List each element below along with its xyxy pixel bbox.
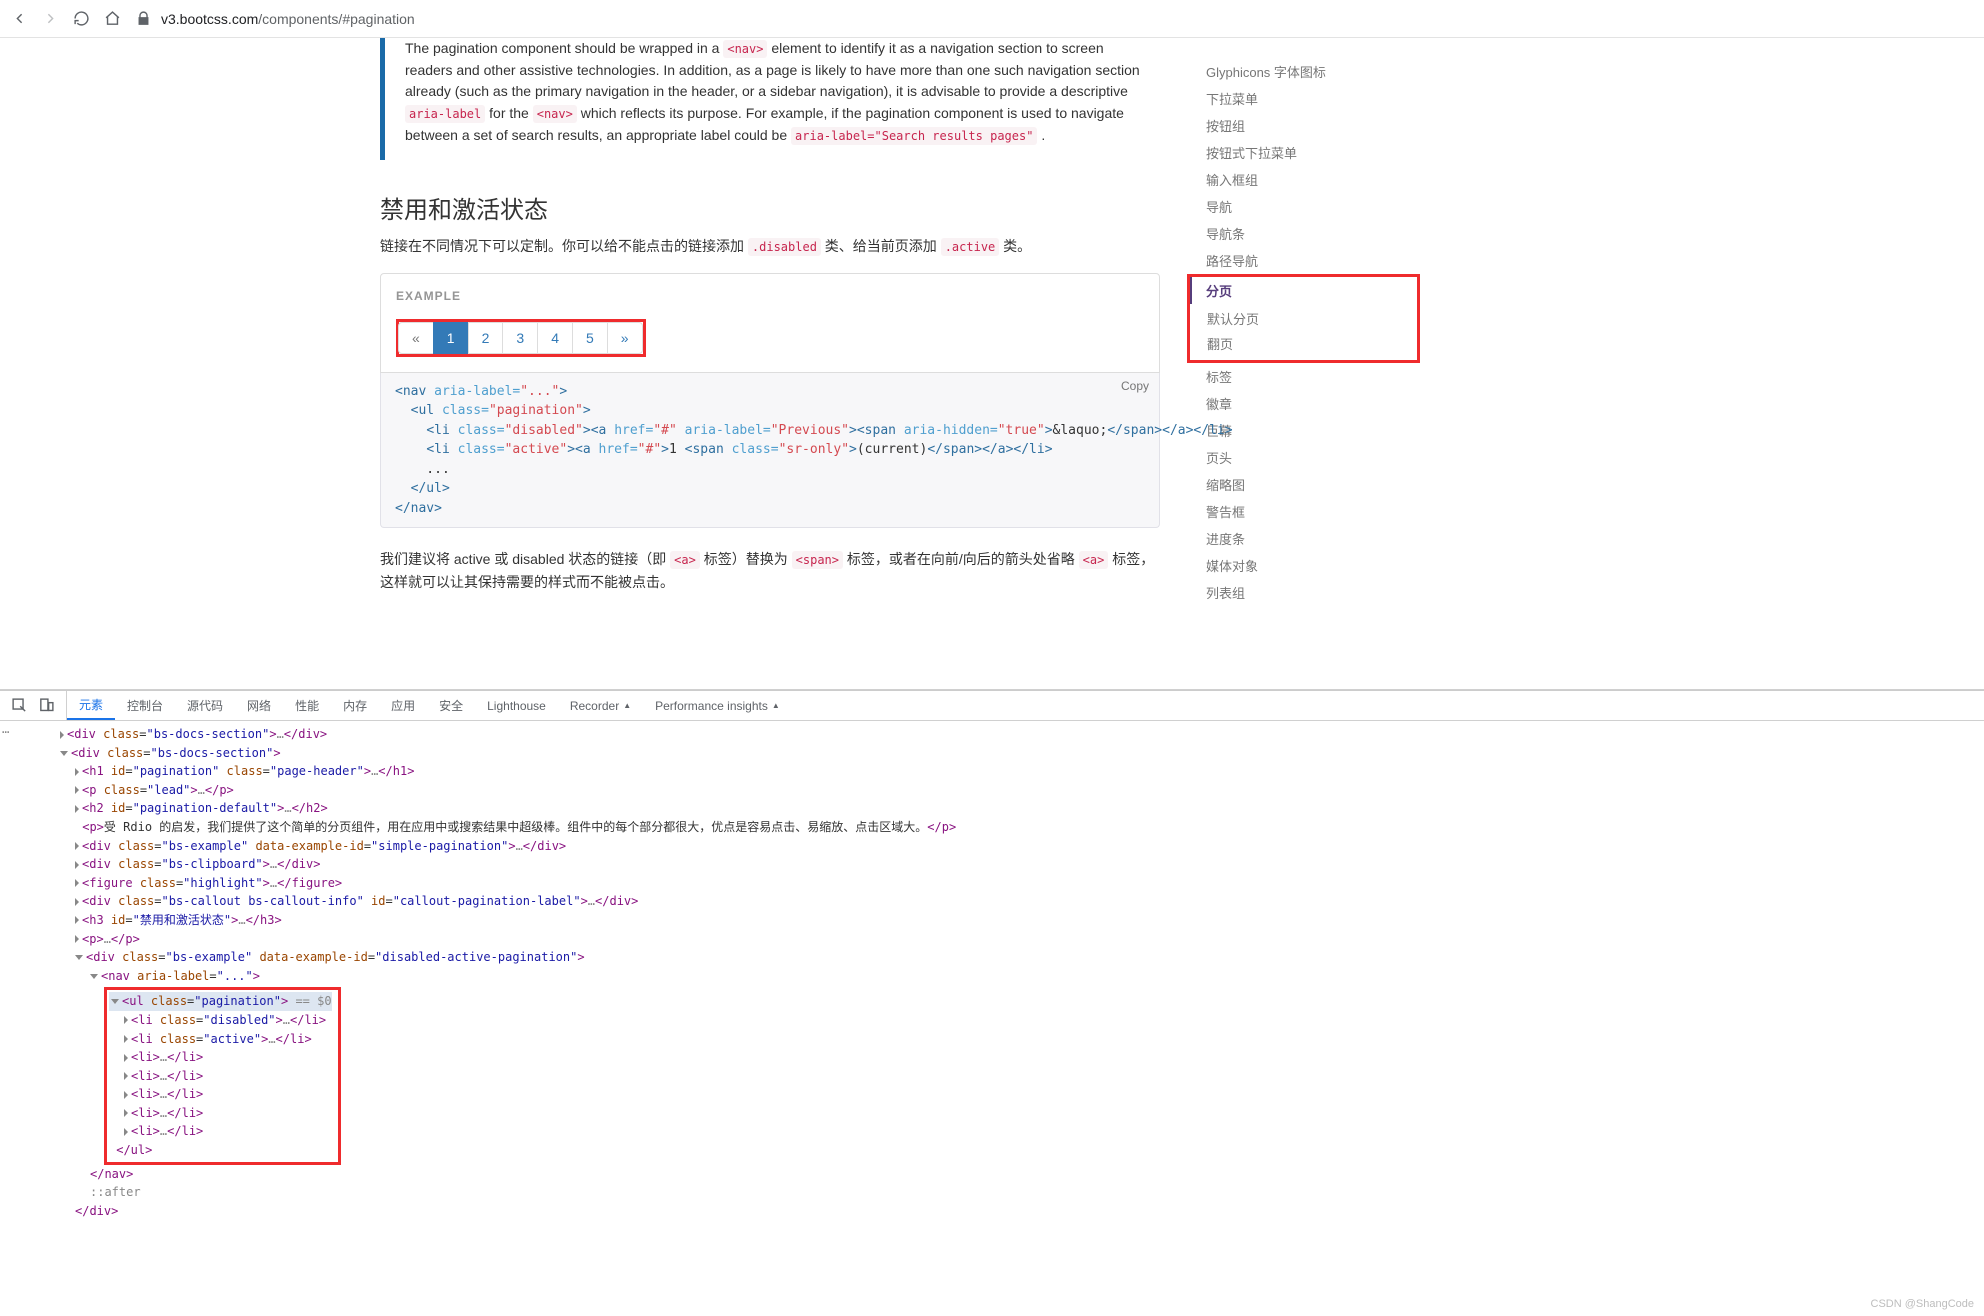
url-path: /components/#pagination xyxy=(258,11,414,27)
sidenav-item[interactable]: 警告框 xyxy=(1190,498,1420,525)
page-link[interactable]: » xyxy=(607,322,643,354)
page-item: 5 xyxy=(573,322,608,354)
address-bar[interactable]: v3.bootcss.com/components/#pagination xyxy=(134,9,1974,28)
sidenav-item[interactable]: Glyphicons 字体图标 xyxy=(1190,58,1420,85)
sidenav-item[interactable]: 输入框组 xyxy=(1190,166,1420,193)
code-nav: <nav> xyxy=(723,40,767,58)
pagination: «12345» xyxy=(399,322,643,354)
devtools-tabs: 元素控制台源代码网络性能内存应用安全LighthouseRecorder ▲Pe… xyxy=(0,691,1984,721)
page-link[interactable]: 1 xyxy=(433,322,469,354)
code-aria-example: aria-label="Search results pages" xyxy=(791,127,1037,145)
sidenav-item[interactable]: 按钮组 xyxy=(1190,112,1420,139)
overflow-dots: ⋯ xyxy=(2,725,9,739)
sidenav-item[interactable]: 下拉菜单 xyxy=(1190,85,1420,112)
devtools-tab[interactable]: Lighthouse xyxy=(475,691,558,720)
sidenav-subitem[interactable]: 默认分页 xyxy=(1205,306,1377,331)
page-item: 1 xyxy=(434,322,469,354)
devtools-tab[interactable]: 网络 xyxy=(235,691,283,720)
page-link[interactable]: « xyxy=(398,322,434,354)
browser-toolbar: v3.bootcss.com/components/#pagination xyxy=(0,0,1984,38)
devtools-tab[interactable]: 控制台 xyxy=(115,691,175,720)
side-nav: Glyphicons 字体图标下拉菜单按钮组按钮式下拉菜单输入框组导航导航条路径… xyxy=(1190,58,1420,606)
sidenav-item[interactable]: 页头 xyxy=(1190,444,1420,471)
devtools-tab[interactable]: 源代码 xyxy=(175,691,235,720)
sidenav-item[interactable]: 列表组 xyxy=(1190,579,1420,606)
url-host: v3.bootcss.com xyxy=(161,11,258,27)
back-icon[interactable] xyxy=(10,9,29,28)
sidenav-item[interactable]: 导航条 xyxy=(1190,220,1420,247)
devtools-tab[interactable]: 内存 xyxy=(331,691,379,720)
device-icon[interactable] xyxy=(37,696,56,715)
devtools-tab[interactable]: 性能 xyxy=(283,691,331,720)
code-aria-label: aria-label xyxy=(405,105,485,123)
page-item: » xyxy=(608,322,643,354)
copy-button[interactable]: Copy xyxy=(1121,379,1149,393)
sidenav-item[interactable]: 路径导航 xyxy=(1190,247,1420,274)
sidenav-item[interactable]: 徽章 xyxy=(1190,390,1420,417)
code-content: <nav aria-label="..."> <ul class="pagina… xyxy=(395,382,1145,519)
code-block: Copy <nav aria-label="..."> <ul class="p… xyxy=(380,373,1160,529)
reload-icon[interactable] xyxy=(72,9,91,28)
section-heading: 禁用和激活状态 xyxy=(380,190,1160,225)
page-link[interactable]: 3 xyxy=(502,322,538,354)
section-body: 链接在不同情况下可以定制。你可以给不能点击的链接添加 .disabled 类、给… xyxy=(380,235,1160,257)
callout-info: The pagination component should be wrapp… xyxy=(380,38,1160,160)
devtools-tab[interactable]: 安全 xyxy=(427,691,475,720)
page-item: 3 xyxy=(503,322,538,354)
page-link[interactable]: 2 xyxy=(468,322,504,354)
page-item: « xyxy=(399,322,434,354)
home-icon[interactable] xyxy=(103,9,122,28)
example-box: EXAMPLE «12345» xyxy=(380,273,1160,373)
devtools-tab[interactable]: 应用 xyxy=(379,691,427,720)
sidenav-item[interactable]: 进度条 xyxy=(1190,525,1420,552)
sidenav-item[interactable]: 标签 xyxy=(1190,363,1420,390)
watermark: CSDN @ShangCode xyxy=(1871,1298,1975,1310)
selected-node: <ul class="pagination"> == $0 xyxy=(109,992,332,1011)
inspect-icon[interactable] xyxy=(10,696,29,715)
dom-tree[interactable]: ⋯ <div class="bs-docs-section">…</div> <… xyxy=(0,721,1984,1230)
dom-highlight: <ul class="pagination"> == $0 <li class=… xyxy=(104,987,341,1164)
devtools-tab[interactable]: Performance insights ▲ xyxy=(643,691,792,720)
sidenav-item-active[interactable]: 分页 xyxy=(1190,277,1377,304)
sidenav-item[interactable]: 导航 xyxy=(1190,193,1420,220)
sidenav-item[interactable]: 缩略图 xyxy=(1190,471,1420,498)
sidenav-item[interactable]: 按钮式下拉菜单 xyxy=(1190,139,1420,166)
after-paragraph: 我们建议将 active 或 disabled 状态的链接（即 <a> 标签）替… xyxy=(380,548,1160,593)
devtools-tab[interactable]: Recorder ▲ xyxy=(558,691,643,720)
devtools-tab[interactable]: 元素 xyxy=(67,691,115,720)
sidenav-item[interactable]: 媒体对象 xyxy=(1190,552,1420,579)
page-item: 2 xyxy=(469,322,504,354)
sidenav-subitem[interactable]: 翻页 xyxy=(1205,331,1377,356)
page-link[interactable]: 5 xyxy=(572,322,608,354)
highlight-box: «12345» xyxy=(396,319,646,357)
page-item: 4 xyxy=(538,322,573,354)
lock-icon xyxy=(134,9,153,28)
forward-icon[interactable] xyxy=(41,9,60,28)
example-label: EXAMPLE xyxy=(396,289,461,303)
devtools: 元素控制台源代码网络性能内存应用安全LighthouseRecorder ▲Pe… xyxy=(0,690,1984,1230)
page-link[interactable]: 4 xyxy=(537,322,573,354)
